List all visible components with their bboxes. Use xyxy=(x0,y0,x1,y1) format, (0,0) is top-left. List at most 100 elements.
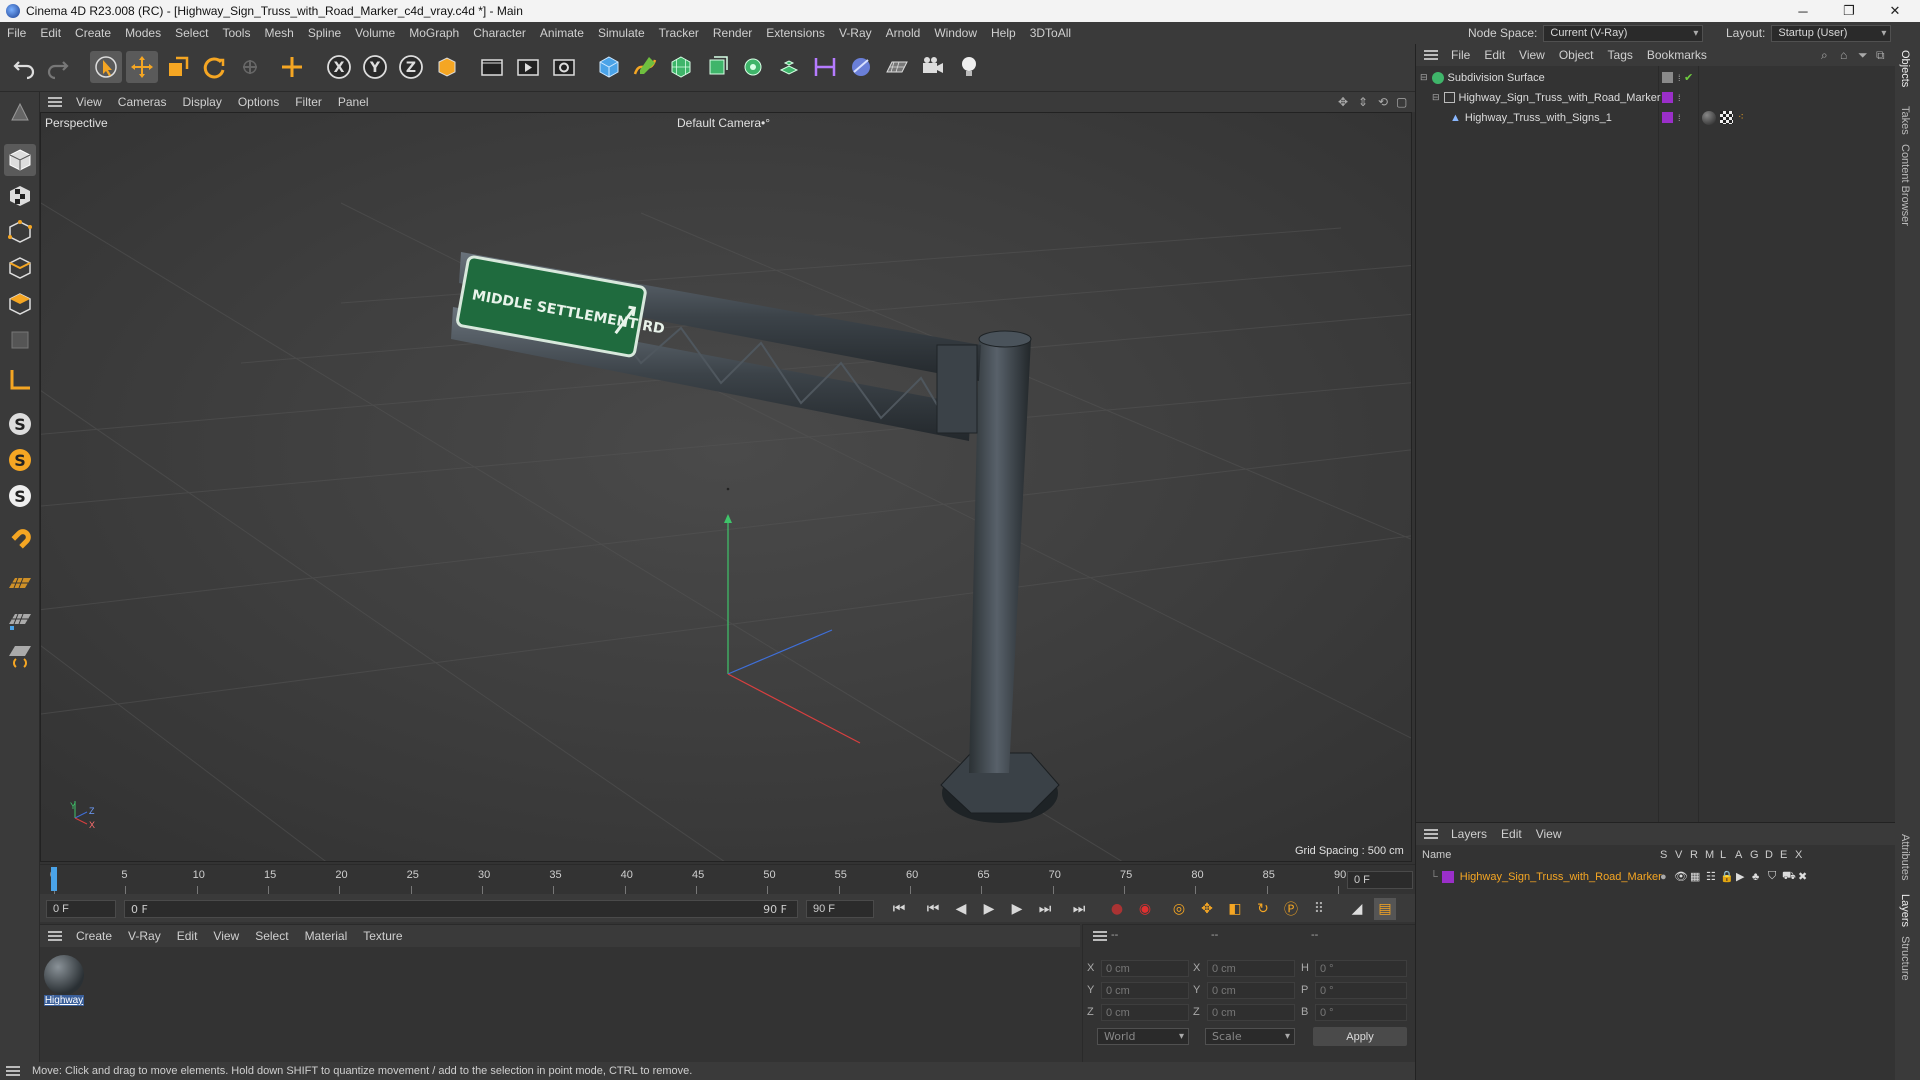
points-mode-icon[interactable] xyxy=(4,216,36,248)
viewport-rotate-icon[interactable]: ⟲ xyxy=(1378,95,1388,109)
key-position-icon[interactable]: ✥ xyxy=(1196,898,1218,920)
collapse-toggle-icon[interactable]: ⊟ xyxy=(1432,92,1440,103)
layer-column-header[interactable]: A xyxy=(1735,849,1742,861)
visibility-dots-icon[interactable]: ⁞ xyxy=(1678,93,1681,103)
layer-xrefs-icon[interactable]: ✖ xyxy=(1798,870,1807,883)
viewport-menu-cameras[interactable]: Cameras xyxy=(110,95,175,109)
menu-vray[interactable]: V-Ray xyxy=(832,26,879,40)
menu-animate[interactable]: Animate xyxy=(533,26,591,40)
object-manager-hamburger-icon[interactable] xyxy=(1424,50,1438,60)
cloner-mograph-icon[interactable] xyxy=(737,51,769,83)
model-mode-icon[interactable] xyxy=(4,144,36,176)
om-menu-tags[interactable]: Tags xyxy=(1601,48,1640,62)
layer-color-icon[interactable] xyxy=(1662,112,1673,123)
menu-volume[interactable]: Volume xyxy=(348,26,402,40)
layer-column-header[interactable]: V xyxy=(1675,849,1682,861)
y-axis-lock-icon[interactable]: Y xyxy=(359,51,391,83)
polygons-mode-icon[interactable] xyxy=(4,288,36,320)
make-editable-icon[interactable] xyxy=(4,96,36,128)
layer-color-icon[interactable] xyxy=(1662,92,1673,103)
uvw-tag-icon[interactable] xyxy=(1720,111,1733,124)
visibility-dots-icon[interactable]: ⁞ xyxy=(1678,113,1681,123)
coordinate-mode-dropdown[interactable]: World xyxy=(1097,1028,1189,1045)
object-row[interactable]: ⊟ Subdivision Surface ⁞ ✔ xyxy=(1416,68,1896,87)
layer-color-swatch[interactable] xyxy=(1441,870,1454,883)
key-scale-icon[interactable]: ◧ xyxy=(1224,898,1246,920)
coordinates-hamburger-icon[interactable] xyxy=(1093,931,1107,941)
floor-object-icon[interactable] xyxy=(881,51,913,83)
layer-row[interactable]: └ Highway_Sign_Truss_with_Road_Marker ● … xyxy=(1416,867,1896,886)
om-menu-file[interactable]: File xyxy=(1444,48,1477,62)
scene-environment-icon[interactable] xyxy=(845,51,877,83)
layer-menu-view[interactable]: View xyxy=(1529,827,1569,841)
workplane-icon[interactable] xyxy=(4,364,36,396)
next-frame-icon[interactable]: ▶ xyxy=(1006,898,1028,920)
record-keys-icon[interactable]: ● xyxy=(1106,898,1128,920)
menu-character[interactable]: Character xyxy=(466,26,533,40)
om-menu-view[interactable]: View xyxy=(1512,48,1552,62)
node-space-dropdown[interactable]: Current (V-Ray) xyxy=(1543,24,1704,42)
previous-key-icon[interactable]: ⏮ xyxy=(922,898,944,920)
size-y-field[interactable]: 0 cm xyxy=(1207,982,1295,999)
layer-visible-icon[interactable]: 👁 xyxy=(1674,870,1688,883)
start-frame-field[interactable]: 0 F xyxy=(46,900,116,918)
viewport-pan-icon[interactable]: ✥ xyxy=(1338,95,1348,109)
menu-mesh[interactable]: Mesh xyxy=(257,26,300,40)
om-menu-edit[interactable]: Edit xyxy=(1477,48,1512,62)
menu-tools[interactable]: Tools xyxy=(215,26,257,40)
material-menu-view[interactable]: View xyxy=(205,929,247,943)
om-menu-object[interactable]: Object xyxy=(1552,48,1601,62)
viewport-maximize-icon[interactable]: ▢ xyxy=(1396,95,1407,109)
apply-button[interactable]: Apply xyxy=(1313,1027,1407,1046)
light-object-icon[interactable] xyxy=(953,51,985,83)
object-row[interactable]: ▲ Highway_Truss_with_Signs_1 ⁞ ⁖ xyxy=(1416,108,1896,127)
object-row[interactable]: ⊟ Highway_Sign_Truss_with_Road_Marker ⁞ xyxy=(1416,88,1896,107)
menu-arnold[interactable]: Arnold xyxy=(879,26,928,40)
autokey-icon[interactable]: ◉ xyxy=(1134,898,1156,920)
enabled-check-icon[interactable]: ✔ xyxy=(1684,71,1693,84)
go-to-start-icon[interactable]: ⏮ xyxy=(888,898,910,920)
viewport-hamburger-icon[interactable] xyxy=(48,97,62,107)
om-menu-bookmarks[interactable]: Bookmarks xyxy=(1640,48,1714,62)
timeline-ruler[interactable]: 051015202530354045505560657075808590 0 F xyxy=(40,864,1415,894)
field-mograph-icon[interactable] xyxy=(809,51,841,83)
side-tab-attributes[interactable]: Attributes xyxy=(1899,834,1911,880)
layer-expressions-icon[interactable]: ⛟ xyxy=(1782,870,1796,884)
maximize-button[interactable]: ❐ xyxy=(1826,0,1872,22)
layer-hamburger-icon[interactable] xyxy=(1424,829,1438,839)
rotate-tool-icon[interactable] xyxy=(198,51,230,83)
layer-lock-icon[interactable]: 🔒 xyxy=(1720,870,1734,883)
magnet-icon[interactable] xyxy=(4,524,36,556)
render-region-icon[interactable] xyxy=(476,51,508,83)
menu-modes[interactable]: Modes xyxy=(118,26,168,40)
play-icon[interactable]: ▶ xyxy=(978,898,1000,920)
menu-render[interactable]: Render xyxy=(706,26,759,40)
render-settings-icon[interactable] xyxy=(548,51,580,83)
side-tab-content-browser[interactable]: Content Browser xyxy=(1899,144,1911,226)
texture-mode-icon[interactable] xyxy=(4,180,36,212)
uv-mode-icon[interactable] xyxy=(4,324,36,356)
rot-h-field[interactable]: 0 ° xyxy=(1315,960,1407,977)
deformer-bend-icon[interactable] xyxy=(773,51,805,83)
end-frame-field[interactable]: 90 F xyxy=(806,900,874,918)
minimize-button[interactable]: ─ xyxy=(1780,0,1826,22)
layer-column-header[interactable]: G xyxy=(1750,849,1759,861)
viewport-dolly-icon[interactable]: ⇕ xyxy=(1358,95,1368,109)
spline-pen-icon[interactable] xyxy=(629,51,661,83)
vray-tag-icon[interactable]: ⁖ xyxy=(1738,112,1744,123)
rot-p-field[interactable]: 0 ° xyxy=(1315,982,1407,999)
layer-column-header[interactable]: M xyxy=(1705,849,1714,861)
size-z-field[interactable]: 0 cm xyxy=(1207,1004,1295,1021)
extrude-generator-icon[interactable] xyxy=(701,51,733,83)
pos-y-field[interactable]: 0 cm xyxy=(1101,982,1189,999)
menu-file[interactable]: File xyxy=(0,26,33,40)
move-tool-icon[interactable] xyxy=(126,51,158,83)
undo-icon[interactable] xyxy=(8,51,40,83)
layer-generators-icon[interactable]: ♣ xyxy=(1752,871,1759,883)
menu-tracker[interactable]: Tracker xyxy=(652,26,706,40)
menu-spline[interactable]: Spline xyxy=(301,26,348,40)
menu-help[interactable]: Help xyxy=(984,26,1023,40)
menu-simulate[interactable]: Simulate xyxy=(591,26,652,40)
grid-symmetry-icon[interactable] xyxy=(4,640,36,672)
pos-z-field[interactable]: 0 cm xyxy=(1101,1004,1189,1021)
